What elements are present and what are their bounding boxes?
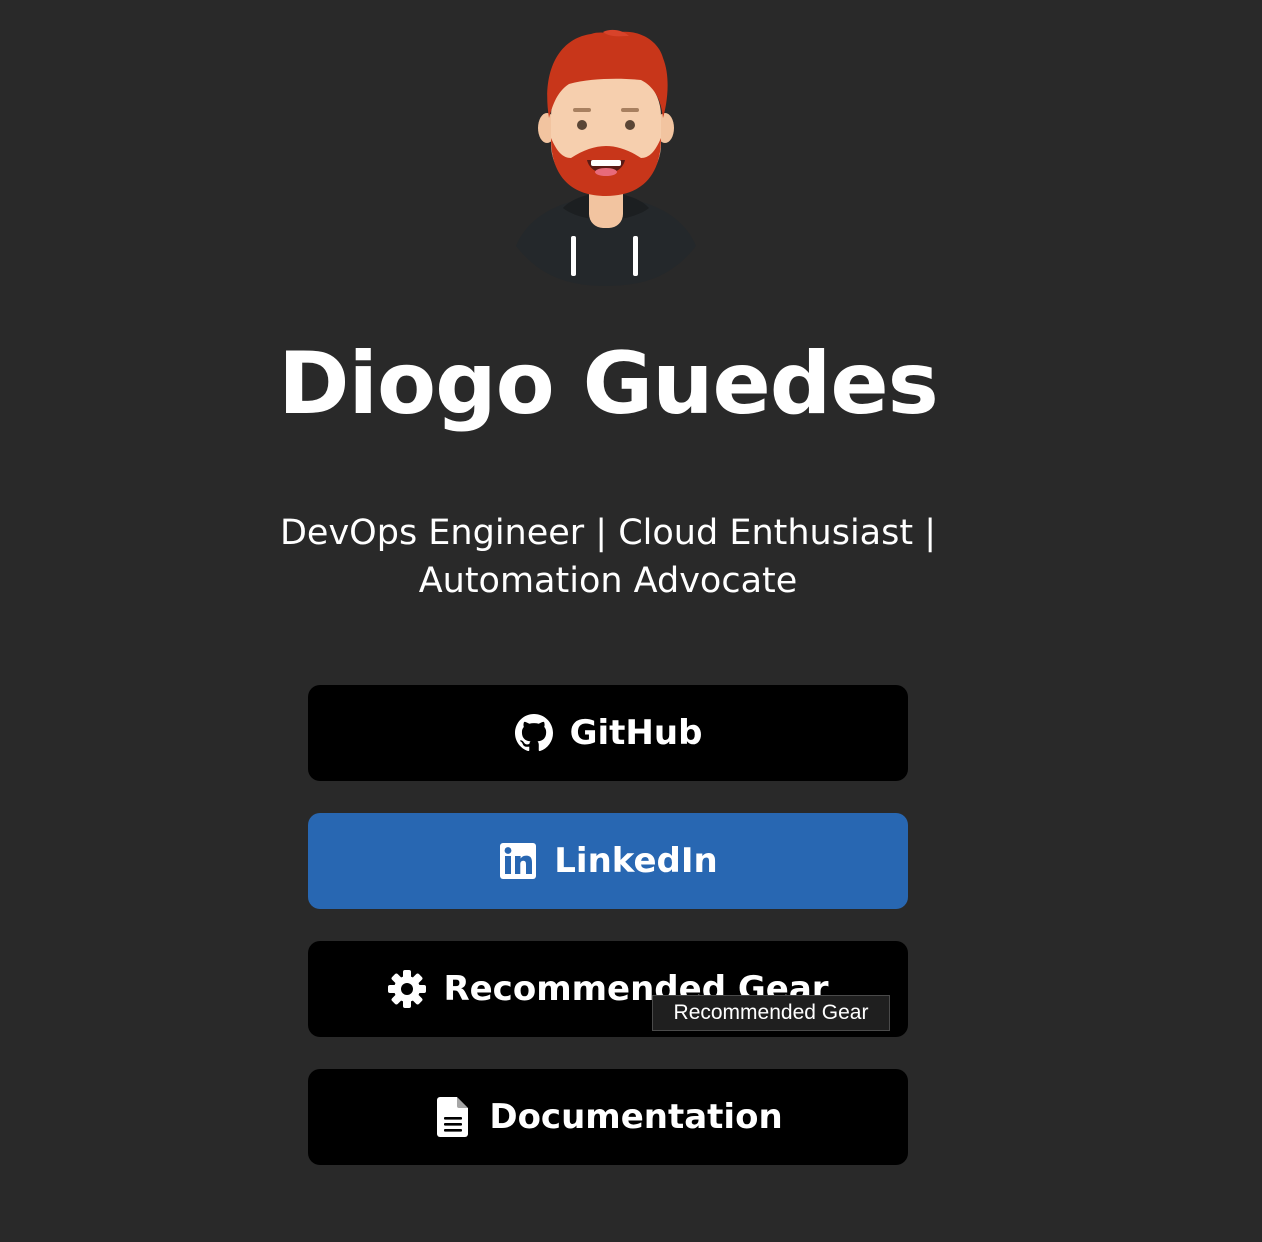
gear-icon	[387, 969, 427, 1009]
profile-page: Diogo Guedes DevOps Engineer | Cloud Ent…	[0, 0, 1262, 1242]
profile-tagline: DevOps Engineer | Cloud Enthusiast | Aut…	[279, 513, 936, 601]
github-button[interactable]: GitHub	[308, 685, 908, 781]
avatar-illustration	[516, 29, 696, 286]
github-icon	[514, 713, 554, 753]
documentation-button[interactable]: Documentation	[308, 1069, 908, 1165]
document-icon	[433, 1097, 473, 1137]
profile-name: Diogo Guedes	[278, 334, 939, 434]
linkedin-icon	[498, 841, 538, 881]
linkedin-label: LinkedIn	[554, 841, 718, 881]
avatar	[511, 28, 701, 286]
linkedin-button[interactable]: LinkedIn	[308, 813, 908, 909]
recommended-gear-tooltip: Recommended Gear	[652, 995, 890, 1031]
documentation-label: Documentation	[489, 1097, 783, 1137]
github-label: GitHub	[569, 713, 703, 753]
